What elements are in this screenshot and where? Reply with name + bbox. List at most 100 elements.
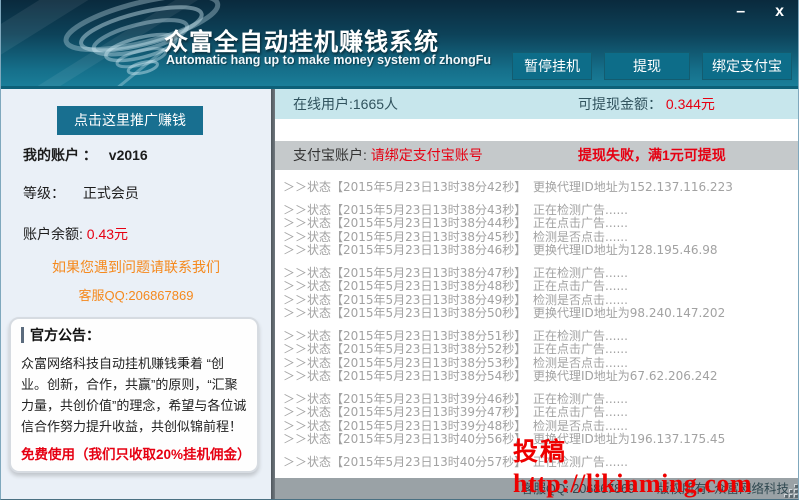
log-message: 检测是否点击...... (533, 294, 628, 307)
alipay-value[interactable]: 请绑定支付宝账号 (371, 147, 483, 163)
notice-highlight: 免费使用（我们只收取20%挂机佣金） (21, 443, 247, 463)
window-controls: – x (732, 2, 788, 22)
sidebar: 点击这里推广赚钱 我的账户 ： v2016 等级： 正式会员 账户余额: 0.4… (1, 89, 271, 500)
log-message: 检测是否点击...... (533, 420, 628, 433)
log-timestamp: ＞＞状态【2015年5月23日13时38分49秒】 (283, 294, 533, 307)
promote-earn-button[interactable]: 点击这里推广赚钱 (57, 106, 203, 135)
log-row: ＞＞状态【2015年5月23日13时40分57秒】正在检测广告...... (283, 456, 798, 469)
account-label: 我的账户 ： (23, 147, 97, 163)
log-timestamp: ＞＞状态【2015年5月23日13时38分51秒】 (283, 330, 533, 343)
alipay-account: 支付宝账户: 请绑定支付宝账号 (293, 141, 483, 170)
online-users: 在线用户:1665人 (293, 89, 398, 119)
close-button[interactable]: x (771, 2, 788, 22)
log-row: ＞＞状态【2015年5月23日13时38分49秒】检测是否点击...... (283, 294, 798, 307)
log-timestamp: ＞＞状态【2015年5月23日13时38分47秒】 (283, 267, 533, 280)
status-log-list: ＞＞状态【2015年5月23日13时38分42秒】更换代理ID地址为152.13… (283, 181, 798, 469)
log-row: ＞＞状态【2015年5月23日13时38分51秒】正在检测广告...... (283, 330, 798, 343)
main-panel: 在线用户:1665人 可提现金额： 0.344元 支付宝账户: 请绑定支付宝账号… (275, 89, 799, 500)
app-window: 众富全自动挂机赚钱系统 Automatic hang up to make mo… (0, 0, 799, 500)
log-message: 更换代理ID地址为152.137.116.223 (533, 181, 733, 194)
service-qq-line: 客服QQ:206867869 (1, 285, 271, 304)
log-timestamp: ＞＞状态【2015年5月23日13时38分42秒】 (283, 181, 533, 194)
log-row: ＞＞状态【2015年5月23日13时38分43秒】正在检测广告...... (283, 204, 798, 217)
bind-alipay-button[interactable]: 绑定支付宝 (702, 52, 792, 80)
log-message: 正在点击广告...... (533, 406, 628, 419)
log-timestamp: ＞＞状态【2015年5月23日13时38分52秒】 (283, 343, 533, 356)
log-timestamp: ＞＞状态【2015年5月23日13时38分44秒】 (283, 217, 533, 230)
withdraw-button[interactable]: 提现 (604, 52, 690, 80)
log-message: 正在检测广告...... (533, 456, 628, 469)
balance-value: 0.43元 (87, 226, 128, 242)
header: 众富全自动挂机赚钱系统 Automatic hang up to make mo… (1, 0, 799, 89)
log-message: 更换代理ID地址为67.62.206.242 (533, 370, 718, 383)
notice-body: 众富网络科技自动挂机赚钱秉着 “创业。创新，合作，共赢”的原则，“汇聚力量，共创… (21, 353, 247, 437)
notice-title: 官方公告： (21, 327, 247, 343)
balance-label: 账户余额: (23, 226, 83, 242)
log-row: ＞＞状态【2015年5月23日13时38分42秒】更换代理ID地址为152.13… (283, 181, 798, 194)
withdrawable-amount: 可提现金额： 0.344元 (578, 89, 715, 119)
app-title: 众富全自动挂机赚钱系统 (164, 22, 439, 57)
log-message: 正在点击广告...... (533, 343, 628, 356)
withdrawable-label: 可提现金额： (578, 96, 662, 112)
log-row: ＞＞状态【2015年5月23日13时38分44秒】正在点击广告...... (283, 217, 798, 230)
log-row: ＞＞状态【2015年5月23日13时38分46秒】更换代理ID地址为128.19… (283, 244, 798, 257)
footer-bar: 客服QQ: 206867869 版权所有: 众富网络科技 (275, 478, 799, 500)
app-subtitle: Automatic hang up to make money system o… (166, 53, 491, 67)
alipay-account-row: 支付宝账户: 请绑定支付宝账号 提现失败，满1元可提现 (275, 141, 799, 170)
withdrawable-value: 0.344元 (666, 96, 715, 112)
log-message: 正在检测广告...... (533, 267, 628, 280)
log-message: 正在点击广告...... (533, 217, 628, 230)
log-timestamp: ＞＞状态【2015年5月23日13时38分54秒】 (283, 370, 533, 383)
log-row: ＞＞状态【2015年5月23日13时38分52秒】正在点击广告...... (283, 343, 798, 356)
level-label: 等级： (23, 185, 65, 201)
log-timestamp: ＞＞状态【2015年5月23日13时38分50秒】 (283, 307, 533, 320)
withdraw-status: 提现失败，满1元可提现 (578, 141, 726, 170)
log-message: 正在检测广告...... (533, 330, 628, 343)
official-notice-box: 官方公告： 众富网络科技自动挂机赚钱秉着 “创业。创新，合作，共赢”的原则，“汇… (9, 317, 259, 473)
minimize-button[interactable]: – (732, 2, 749, 22)
log-timestamp: ＞＞状态【2015年5月23日13时38分43秒】 (283, 204, 533, 217)
log-timestamp: ＞＞状态【2015年5月23日13时39分47秒】 (283, 406, 533, 419)
log-row: ＞＞状态【2015年5月23日13时40分56秒】更换代理ID地址为196.13… (283, 433, 798, 446)
account-row: 我的账户 ： v2016 (23, 145, 148, 165)
alipay-label: 支付宝账户: (293, 147, 367, 163)
log-message: 检测是否点击...... (533, 357, 628, 370)
level-row: 等级： 正式会员 (23, 183, 139, 203)
log-timestamp: ＞＞状态【2015年5月23日13时40分56秒】 (283, 433, 533, 446)
online-users-label: 在线用户: (293, 96, 353, 112)
log-timestamp: ＞＞状态【2015年5月23日13时38分48秒】 (283, 280, 533, 293)
header-buttons: 暂停挂机 提现 绑定支付宝 (512, 52, 792, 80)
online-users-row: 在线用户:1665人 可提现金额： 0.344元 (275, 89, 799, 119)
account-value: v2016 (109, 147, 148, 163)
log-row: ＞＞状态【2015年5月23日13时38分45秒】检测是否点击...... (283, 231, 798, 244)
resize-grip-icon[interactable] (786, 486, 798, 498)
log-timestamp: ＞＞状态【2015年5月23日13时38分45秒】 (283, 231, 533, 244)
balance-row: 账户余额: 0.43元 (23, 224, 128, 244)
log-row: ＞＞状态【2015年5月23日13时39分46秒】正在检测广告...... (283, 393, 798, 406)
contact-line: 如果您遇到问题请联系我们 (1, 257, 271, 277)
log-message: 更换代理ID地址为196.137.175.45 (533, 433, 725, 446)
log-message: 更换代理ID地址为98.240.147.202 (533, 307, 725, 320)
log-message: 检测是否点击...... (533, 231, 628, 244)
log-row: ＞＞状态【2015年5月23日13时38分53秒】检测是否点击...... (283, 357, 798, 370)
log-message: 正在检测广告...... (533, 204, 628, 217)
log-timestamp: ＞＞状态【2015年5月23日13时38分46秒】 (283, 244, 533, 257)
pause-hangup-button[interactable]: 暂停挂机 (512, 52, 592, 80)
log-timestamp: ＞＞状态【2015年5月23日13时39分48秒】 (283, 420, 533, 433)
log-timestamp: ＞＞状态【2015年5月23日13时38分53秒】 (283, 357, 533, 370)
log-row: ＞＞状态【2015年5月23日13时39分47秒】正在点击广告...... (283, 406, 798, 419)
log-row: ＞＞状态【2015年5月23日13时39分48秒】检测是否点击...... (283, 420, 798, 433)
log-timestamp: ＞＞状态【2015年5月23日13时40分57秒】 (283, 456, 533, 469)
log-row: ＞＞状态【2015年5月23日13时38分50秒】更换代理ID地址为98.240… (283, 307, 798, 320)
log-row: ＞＞状态【2015年5月23日13时38分54秒】更换代理ID地址为67.62.… (283, 370, 798, 383)
footer-copyright: 版权所有: 众富网络科技 (657, 478, 789, 500)
online-users-value: 1665人 (353, 96, 398, 112)
log-row: ＞＞状态【2015年5月23日13时38分47秒】正在检测广告...... (283, 267, 798, 280)
log-message: 更换代理ID地址为128.195.46.98 (533, 244, 718, 257)
log-message: 正在检测广告...... (533, 393, 628, 406)
footer-qq: 客服QQ: 206867869 (521, 478, 635, 500)
level-value: 正式会员 (83, 185, 139, 201)
log-row: ＞＞状态【2015年5月23日13时38分48秒】正在点击广告...... (283, 280, 798, 293)
log-timestamp: ＞＞状态【2015年5月23日13时39分46秒】 (283, 393, 533, 406)
log-message: 正在点击广告...... (533, 280, 628, 293)
